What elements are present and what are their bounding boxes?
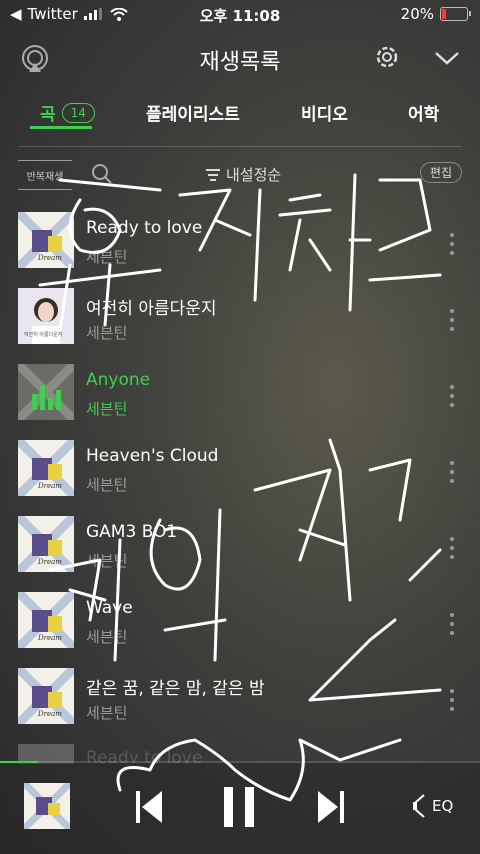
- song-title: Wave: [86, 598, 133, 618]
- album-art: 여전히 아름다운지: [18, 288, 74, 344]
- song-row[interactable]: 여전히 아름다운지 여전히 아름다운지 세븐틴: [0, 288, 480, 348]
- svg-text:Dream: Dream: [37, 482, 62, 490]
- song-title: Anyone: [86, 370, 151, 390]
- album-art: [18, 364, 74, 420]
- now-playing-art[interactable]: [24, 783, 70, 829]
- svg-text:Dream: Dream: [37, 710, 62, 718]
- sort-label: 내설정순: [226, 166, 282, 184]
- tab-language[interactable]: 어학: [408, 100, 439, 125]
- mini-player: EQ: [0, 763, 480, 854]
- svg-text:Dream: Dream: [37, 254, 62, 262]
- search-icon[interactable]: [90, 162, 114, 186]
- more-options-icon[interactable]: [448, 460, 456, 484]
- page-title: 재생목록: [199, 50, 281, 75]
- album-art: Dream: [18, 516, 74, 572]
- battery-percent: 20%: [400, 5, 434, 23]
- next-icon[interactable]: [316, 791, 344, 823]
- tab-songs[interactable]: 곡 14: [40, 100, 95, 125]
- header: 재생목록: [0, 36, 480, 80]
- repeat-button[interactable]: 반복재생: [18, 160, 72, 190]
- song-row[interactable]: Dream Heaven's Cloud 세븐틴: [0, 440, 480, 500]
- song-artist: 세븐틴: [86, 248, 128, 266]
- song-artist: 세븐틴: [86, 476, 128, 494]
- song-row[interactable]: Dream Ready to love 세븐틴: [0, 212, 480, 272]
- sort-icon: [206, 168, 220, 181]
- tab-playlist[interactable]: 플레이리스트: [146, 100, 240, 125]
- status-right: 20%: [400, 5, 471, 23]
- song-row[interactable]: Dream 같은 꿈, 같은 맘, 같은 밤 세븐틴: [0, 668, 480, 728]
- song-row-playing[interactable]: Anyone 세븐틴: [0, 364, 480, 424]
- song-artist: 세븐틴: [86, 324, 128, 342]
- tab-video[interactable]: 비디오: [301, 100, 348, 125]
- song-row[interactable]: Dream GAM3 BO1 세븐틴: [0, 516, 480, 576]
- pause-icon[interactable]: [222, 787, 256, 827]
- song-artist: 세븐틴: [86, 628, 128, 646]
- gear-icon[interactable]: [372, 42, 402, 72]
- speaker-icon[interactable]: [412, 793, 434, 819]
- song-title: 여전히 아름다운지: [86, 299, 217, 319]
- tab-bar: 곡 14 플레이리스트 비디오 어학: [0, 96, 480, 130]
- tab-songs-label: 곡: [40, 105, 56, 125]
- album-art: Dream: [18, 440, 74, 496]
- divider: [18, 146, 462, 147]
- active-tab-indicator: [30, 126, 92, 129]
- svg-text:여전히 아름다운지: 여전히 아름다운지: [24, 331, 62, 338]
- song-title: Heaven's Cloud: [86, 446, 219, 466]
- list-toolbar: 반복재생 내설정순 편집: [0, 158, 480, 194]
- more-options-icon[interactable]: [448, 384, 456, 408]
- song-title: Ready to love: [86, 218, 203, 238]
- status-bar: ◀ Twitter 오후 11:08 20%: [0, 0, 480, 28]
- more-options-icon[interactable]: [448, 232, 456, 256]
- song-row[interactable]: Dream Wave 세븐틴: [0, 592, 480, 652]
- song-artist: 세븐틴: [86, 400, 128, 418]
- edit-button[interactable]: 편집: [419, 162, 462, 183]
- more-options-icon[interactable]: [448, 612, 456, 636]
- battery-icon: [440, 7, 471, 21]
- song-title: GAM3 BO1: [86, 522, 178, 542]
- svg-text:Dream: Dream: [37, 558, 62, 566]
- song-artist: 세븐틴: [86, 552, 128, 570]
- songs-count-badge: 14: [61, 102, 95, 123]
- song-artist: 세븐틴: [86, 704, 128, 722]
- song-title: 같은 꿈, 같은 맘, 같은 밤: [86, 679, 265, 699]
- sort-button[interactable]: 내설정순: [206, 164, 281, 185]
- eq-button[interactable]: EQ: [432, 797, 453, 815]
- album-art: Dream: [18, 212, 74, 268]
- previous-icon[interactable]: [136, 791, 164, 823]
- album-art: Dream: [18, 592, 74, 648]
- more-options-icon[interactable]: [448, 688, 456, 712]
- chevron-down-icon[interactable]: [432, 46, 462, 70]
- album-art: Dream: [18, 668, 74, 724]
- more-options-icon[interactable]: [448, 308, 456, 332]
- svg-text:Dream: Dream: [37, 634, 62, 642]
- more-options-icon[interactable]: [448, 536, 456, 560]
